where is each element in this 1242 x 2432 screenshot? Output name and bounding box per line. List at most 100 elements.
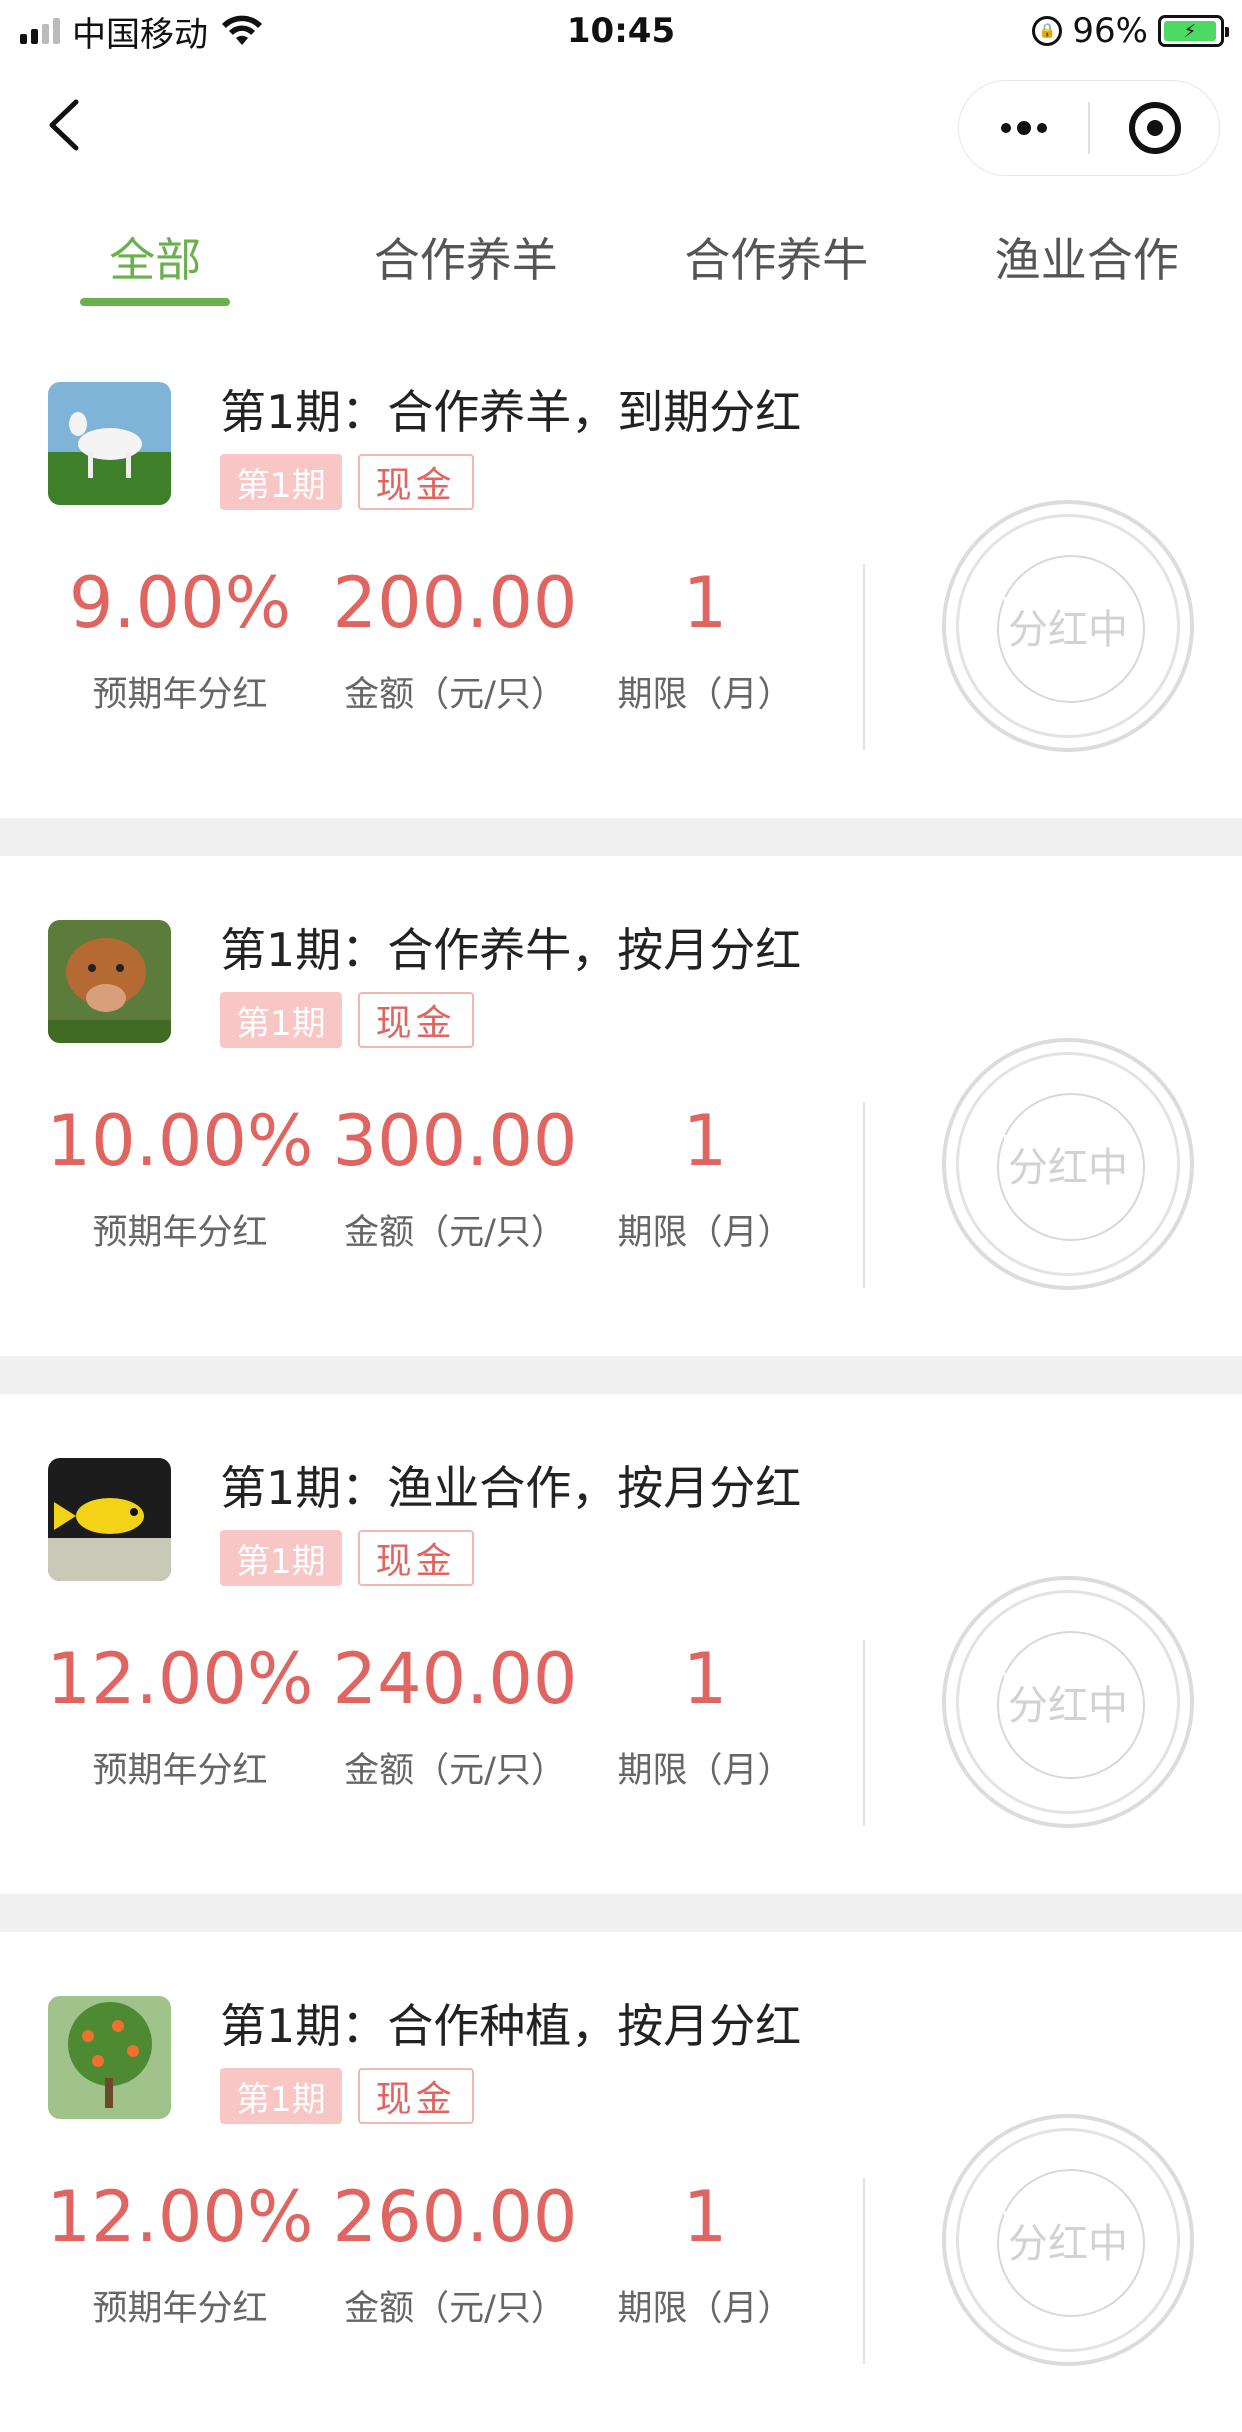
product-card[interactable]: 第1期：合作养羊，到期分红 第1期 现金 9.00% 预期年分红 200.00 … (0, 318, 1242, 818)
period-tag: 第1期 (220, 454, 342, 510)
amount-stat: 260.00 金额（元/只） (320, 2172, 590, 2362)
term-stat: 1 期限（月） (590, 1634, 820, 1824)
status-label: 分红中 (1004, 597, 1132, 655)
battery-icon: ⚡ (1158, 15, 1224, 47)
card-separator (0, 1894, 1242, 1932)
product-list: 第1期：合作养羊，到期分红 第1期 现金 9.00% 预期年分红 200.00 … (0, 318, 1242, 2432)
amount-value: 240.00 (333, 1634, 578, 1724)
rate-value: 12.00% (47, 2172, 314, 2262)
status-right: 🔒 96% ⚡ (1032, 11, 1224, 51)
status-bar: 中国移动 10:45 🔒 96% ⚡ (0, 0, 1242, 62)
period-tag: 第1期 (220, 992, 342, 1048)
battery-percent: 96% (1072, 11, 1148, 51)
term-stat: 1 期限（月） (590, 2172, 820, 2362)
close-button[interactable] (1090, 81, 1219, 175)
tab-label: 渔业合作 (995, 224, 1179, 290)
nav-bar (0, 62, 1242, 190)
term-value: 1 (683, 1096, 728, 1186)
amount-label: 金额（元/只） (344, 1204, 566, 1255)
status-label: 分红中 (1004, 1135, 1132, 1193)
rate-value: 10.00% (47, 1096, 314, 1186)
rate-label: 预期年分红 (92, 1742, 267, 1793)
amount-value: 260.00 (333, 2172, 578, 2262)
tab-label: 合作养羊 (374, 224, 558, 290)
rotation-lock-icon: 🔒 (1032, 16, 1062, 46)
tree-thumbnail (48, 1996, 171, 2119)
amount-label: 金额（元/只） (344, 1742, 566, 1793)
tag-row: 第1期 现金 (220, 992, 474, 1048)
tag-row: 第1期 现金 (220, 454, 474, 510)
status-label: 分红中 (1004, 1673, 1132, 1731)
product-card[interactable]: 第1期：合作养牛，按月分红 第1期 现金 10.00% 预期年分红 300.00… (0, 856, 1242, 1356)
fish-thumbnail (48, 1458, 171, 1581)
amount-stat: 200.00 金额（元/只） (320, 558, 590, 748)
amount-value: 200.00 (333, 558, 578, 648)
status-left: 中国移动 (20, 7, 264, 56)
term-stat: 1 期限（月） (590, 1096, 820, 1286)
tab-fishery[interactable]: 渔业合作 (932, 200, 1242, 310)
product-title: 第1期：合作养牛，按月分红 (220, 914, 801, 980)
cash-tag: 现金 (358, 454, 474, 510)
category-tabs: 全部 合作养羊 合作养牛 渔业合作 (0, 200, 1242, 310)
stats-row: 12.00% 预期年分红 240.00 金额（元/只） 1 期限（月） (40, 1634, 820, 1824)
carrier-label: 中国移动 (72, 7, 208, 56)
status-stamp: 分红中 (942, 2114, 1194, 2366)
tab-cattle[interactable]: 合作养牛 (621, 200, 932, 310)
amount-stat: 300.00 金额（元/只） (320, 1096, 590, 1286)
stats-row: 12.00% 预期年分红 260.00 金额（元/只） 1 期限（月） (40, 2172, 820, 2362)
stats-row: 10.00% 预期年分红 300.00 金额（元/只） 1 期限（月） (40, 1096, 820, 1286)
product-title: 第1期：合作种植，按月分红 (220, 1990, 801, 2056)
status-stamp: 分红中 (942, 1038, 1194, 1290)
term-value: 1 (683, 558, 728, 648)
tag-row: 第1期 现金 (220, 1530, 474, 1586)
status-label: 分红中 (1004, 2211, 1132, 2269)
amount-label: 金额（元/只） (344, 2280, 566, 2331)
wifi-icon (220, 15, 264, 47)
rate-stat: 10.00% 预期年分红 (40, 1096, 320, 1286)
tab-sheep[interactable]: 合作养羊 (311, 200, 622, 310)
term-label: 期限（月） (617, 2280, 792, 2331)
term-label: 期限（月） (617, 1742, 792, 1793)
rate-label: 预期年分红 (92, 2280, 267, 2331)
term-value: 1 (683, 1634, 728, 1724)
period-tag: 第1期 (220, 2068, 342, 2124)
rate-value: 12.00% (47, 1634, 314, 1724)
active-tab-indicator (80, 298, 230, 306)
clock: 10:45 (567, 11, 675, 51)
product-title: 第1期：渔业合作，按月分红 (220, 1452, 801, 1518)
term-label: 期限（月） (617, 1204, 792, 1255)
divider (863, 2178, 865, 2364)
rate-stat: 12.00% 预期年分红 (40, 1634, 320, 1824)
period-tag: 第1期 (220, 1530, 342, 1586)
term-value: 1 (683, 2172, 728, 2262)
cash-tag: 现金 (358, 992, 474, 1048)
amount-label: 金额（元/只） (344, 666, 566, 717)
tag-row: 第1期 现金 (220, 2068, 474, 2124)
term-stat: 1 期限（月） (590, 558, 820, 748)
mini-program-capsule (958, 80, 1220, 176)
rate-stat: 12.00% 预期年分红 (40, 2172, 320, 2362)
tab-label: 全部 (109, 224, 201, 290)
divider (863, 1640, 865, 1826)
cow-thumbnail (48, 920, 171, 1043)
rate-label: 预期年分红 (92, 666, 267, 717)
back-chevron-icon[interactable] (40, 94, 90, 156)
product-card[interactable]: 第1期：渔业合作，按月分红 第1期 现金 12.00% 预期年分红 240.00… (0, 1394, 1242, 1894)
product-title: 第1期：合作养羊，到期分红 (220, 376, 801, 442)
rate-stat: 9.00% 预期年分红 (40, 558, 320, 748)
status-stamp: 分红中 (942, 1576, 1194, 1828)
amount-stat: 240.00 金额（元/只） (320, 1634, 590, 1824)
stats-row: 9.00% 预期年分红 200.00 金额（元/只） 1 期限（月） (40, 558, 820, 748)
cash-tag: 现金 (358, 1530, 474, 1586)
divider (863, 1102, 865, 1288)
signal-icon (20, 18, 60, 44)
divider (863, 564, 865, 750)
amount-value: 300.00 (333, 1096, 578, 1186)
target-icon (1129, 102, 1181, 154)
rate-value: 9.00% (69, 558, 291, 648)
product-card[interactable]: 第1期：合作种植，按月分红 第1期 现金 12.00% 预期年分红 260.00… (0, 1932, 1242, 2432)
tab-all[interactable]: 全部 (0, 200, 311, 310)
card-separator (0, 818, 1242, 856)
rate-label: 预期年分红 (92, 1204, 267, 1255)
more-button[interactable] (959, 81, 1088, 175)
